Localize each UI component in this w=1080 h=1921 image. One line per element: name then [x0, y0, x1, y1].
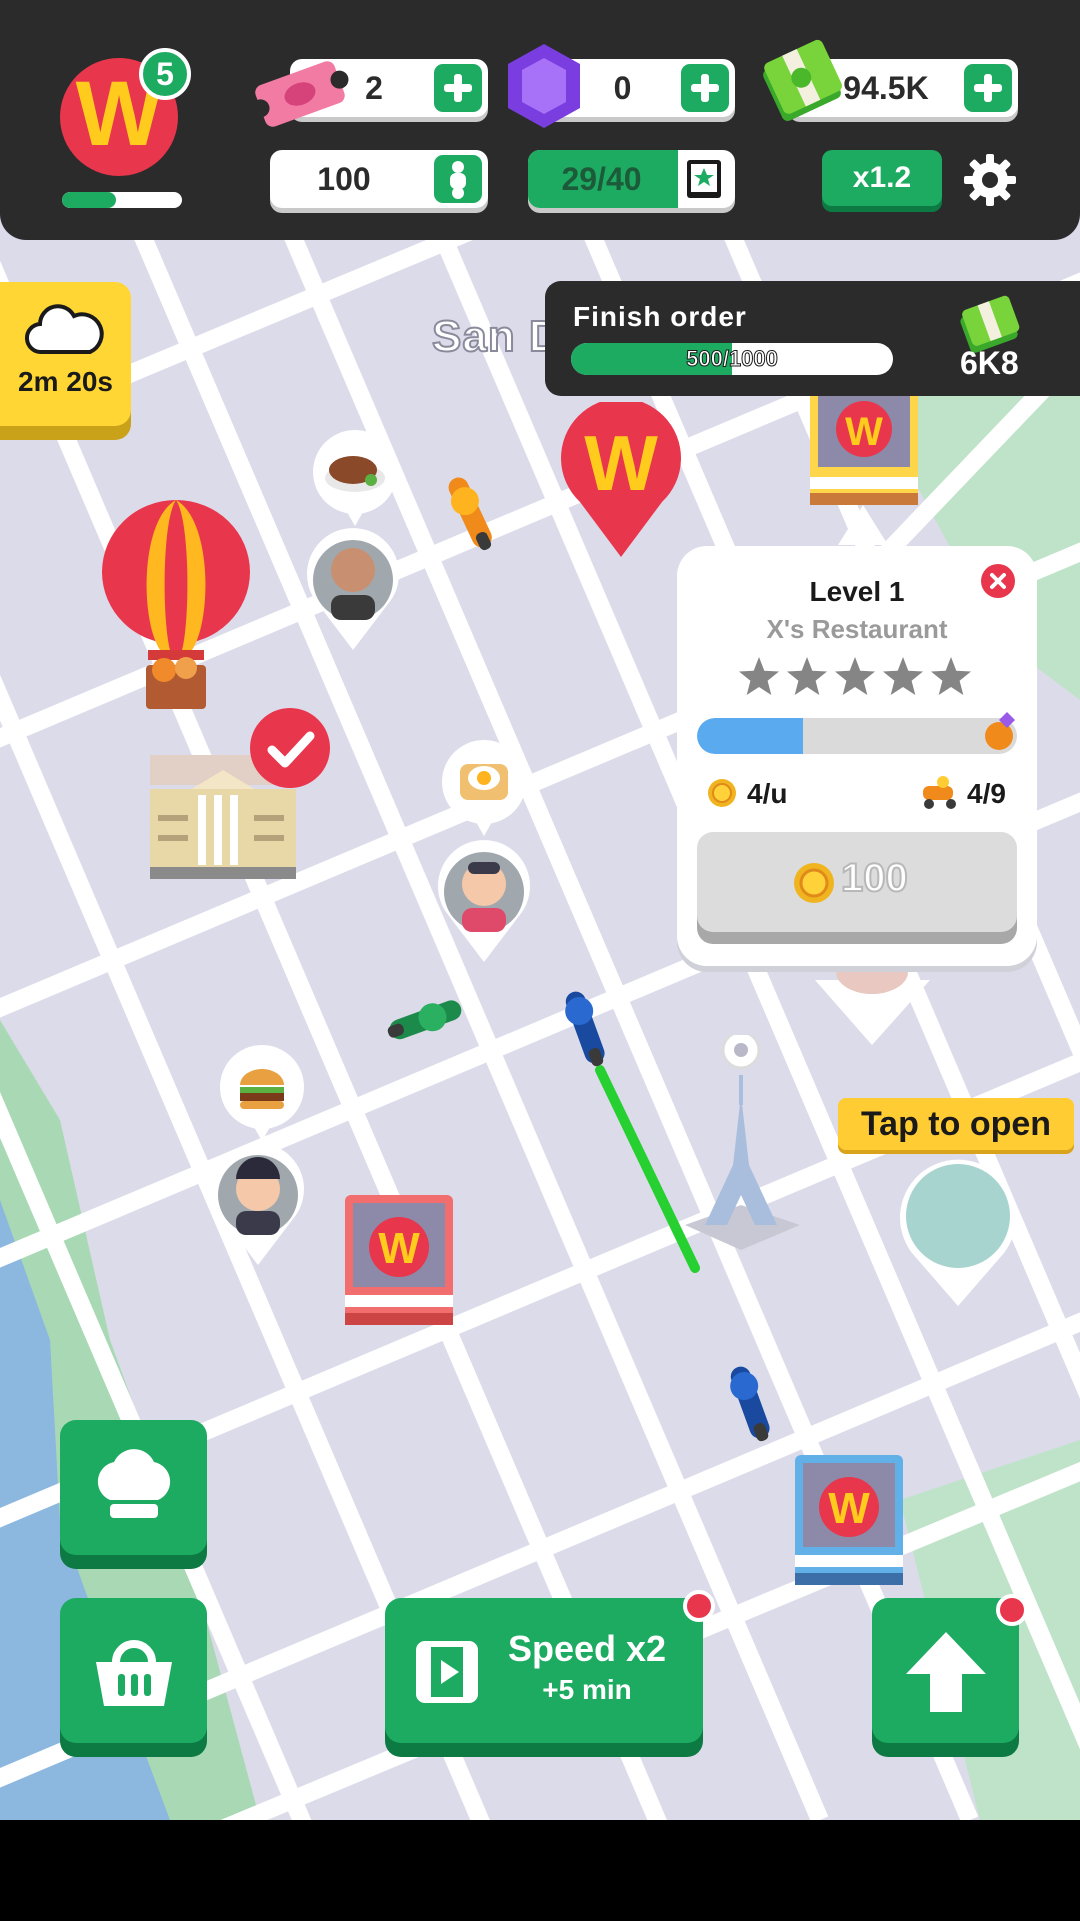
basket-icon [96, 1640, 172, 1706]
kitchen-chef-button[interactable] [60, 1420, 207, 1555]
restaurant-income: 4/u [747, 778, 788, 809]
hot-air-balloon-landmark[interactable] [100, 500, 252, 715]
restaurant-building-pink[interactable]: W [345, 1195, 453, 1325]
finish-order-progress-bar: 500/1000 [571, 343, 893, 375]
chef-hat-icon [97, 1449, 171, 1518]
album-book-icon [687, 160, 721, 198]
add-gems-button[interactable] [681, 64, 729, 112]
svg-text:W: W [584, 419, 658, 507]
upgrade-notification-dot [996, 1594, 1028, 1626]
rating-star-icon [883, 657, 923, 695]
tap-to-open-label[interactable]: Tap to open [838, 1098, 1074, 1150]
customer-order-pin-steak[interactable] [305, 430, 400, 650]
restaurant-upgrade-progress-fill [697, 718, 803, 754]
riders-value: 100 [317, 161, 371, 197]
riders-counter: 100 [270, 150, 488, 208]
restaurant-info-popup: Level 1 X's Restaurant 4/u 4/9 100 [677, 546, 1037, 966]
svg-text:W: W [378, 1224, 420, 1273]
rider-scooter-blue [565, 991, 605, 1067]
up-arrow-icon [906, 1632, 986, 1712]
rider-scooter-button[interactable] [434, 155, 482, 203]
collection-value: 29/40 [561, 161, 642, 197]
rider-scooter-green [387, 1000, 462, 1040]
restaurant-name: X's Restaurant [766, 614, 948, 644]
finish-order-reward: 6K8 [960, 345, 1019, 381]
restaurant-building-blue[interactable]: W [795, 1455, 903, 1585]
speed-boost-title: Speed x2 [507, 1628, 667, 1669]
gem-icon [508, 44, 580, 128]
player-level-value: 5 [156, 56, 174, 92]
eiffel-tower-landmark[interactable] [685, 1035, 800, 1250]
top-status-bar: W 5 2 0 94.5K 100 29/40 x1.2 [0, 0, 1080, 240]
coin-icon [708, 779, 736, 807]
rating-star-icon [739, 657, 779, 695]
video-ad-icon [416, 1641, 478, 1703]
restaurant-riders: 4/9 [967, 778, 1006, 809]
rider-scooter-blue-2 [730, 1366, 770, 1442]
map-city-label: San D [431, 311, 562, 362]
xp-progress-fill [62, 192, 116, 208]
restaurant-building-yellow[interactable]: W [810, 385, 918, 505]
upgrade-cost-button[interactable]: 100 [697, 832, 1017, 932]
rating-star-icon [787, 657, 827, 695]
upgrade-cost-value: 100 [840, 855, 909, 901]
game-screen: San D W W W W Tap to open W 5 2 0 94.5K … [0, 0, 1080, 1921]
speed-boost-notification-dot [683, 1590, 715, 1622]
coin-icon [794, 863, 834, 903]
event-timer-panel[interactable]: 2m 20s [0, 282, 131, 426]
xp-progress-bar [62, 192, 182, 208]
cloud-icon [24, 304, 104, 355]
add-tickets-button[interactable] [434, 64, 482, 112]
gems-value: 0 [613, 70, 632, 106]
finish-order-progress-text: 500/1000 [686, 346, 779, 372]
customer-order-pin-toast[interactable] [438, 740, 533, 962]
settings-gear-icon[interactable] [962, 152, 1018, 208]
svg-text:W: W [828, 1484, 870, 1533]
ticket-icon [251, 61, 349, 127]
completed-check-icon [250, 708, 330, 788]
customer-order-pin-burger[interactable] [212, 1045, 307, 1265]
collection-counter[interactable]: 29/40 [528, 150, 735, 208]
rider-upgrade-icon [985, 712, 1015, 750]
rating-star-icon [931, 657, 971, 695]
scooter-icon [450, 161, 466, 199]
restaurant-level: Level 1 [809, 576, 905, 607]
speed-boost-subtitle: +5 min [542, 1674, 632, 1705]
restaurant-location-pin[interactable]: W [560, 402, 682, 557]
speed-boost-button[interactable]: Speed x2 +5 min [385, 1598, 703, 1743]
rating-star-icon [835, 657, 875, 695]
finish-order-panel[interactable]: Finish order 500/1000 6K8 [545, 281, 1080, 396]
add-cash-button[interactable] [964, 64, 1012, 112]
restaurant-upgrade-progress-bar [697, 718, 1017, 754]
player-level-badge: 5 [139, 48, 191, 100]
delivery-rider-icon [923, 776, 956, 809]
mystery-box-pin[interactable] [898, 1158, 1018, 1306]
rider-scooter-orange [448, 477, 492, 551]
finish-order-title: Finish order [573, 301, 747, 332]
multiplier-value: x1.2 [852, 161, 912, 194]
upgrade-arrow-button[interactable] [872, 1598, 1019, 1743]
popup-pointer [838, 505, 888, 545]
svg-text:W: W [845, 410, 883, 454]
restaurant-rating-stars [739, 657, 971, 695]
event-timer-value: 2m 20s [18, 366, 113, 397]
customer-order-pin-hidden[interactable] [815, 960, 930, 1045]
cash-icon [763, 39, 842, 121]
income-multiplier-button[interactable]: x1.2 [822, 150, 942, 206]
shop-basket-button[interactable] [60, 1598, 207, 1743]
